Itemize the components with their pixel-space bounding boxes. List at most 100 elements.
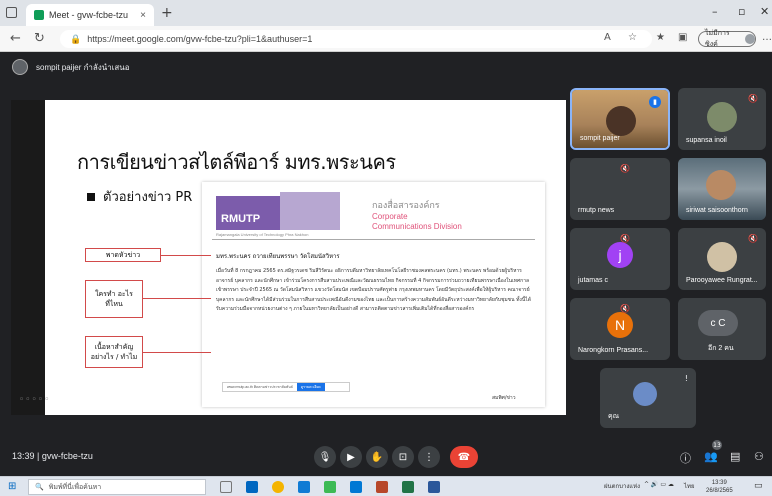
line-app-icon[interactable] [324,481,336,493]
others-initials: c C [698,310,738,336]
doc-link-button: ดูรายละเอียด [296,383,325,391]
org-name-th: กองสื่อสารองค์กร [372,201,440,211]
language-indicator[interactable]: ไทย [684,481,695,491]
participant-tile-narongkorn[interactable]: 🔇 N Narongkorn Prasans... [570,298,670,360]
refresh-icon[interactable]: ↻ [34,31,45,46]
doc-body: เมื่อวันที่ 8 กรกฎาคม 2565 ดร.สมิฐวรเดช … [216,268,531,312]
profile-button[interactable]: ไม่มีการซิงค์ [698,30,756,48]
callout-line [143,298,211,299]
tab-actions-icon[interactable] [6,7,17,18]
participant-tile-jutamas[interactable]: 🔇 j jutamas c [570,228,670,290]
participant-name: siriwat saisoonthorn [686,207,748,214]
favorite-star-icon[interactable]: ☆ [628,32,637,43]
maximize-icon[interactable]: ▫ [738,5,745,18]
taskbar-clock[interactable]: 13:39 26/8/2565 [706,479,733,495]
org-name-en-1: Corporate [372,212,408,221]
participant-tile-supansa[interactable]: 🔇 supansa inoil [678,88,766,150]
logo-stripe [280,192,340,230]
leave-call-button[interactable]: ☎ [450,446,478,468]
clock-date: 26/8/2565 [706,488,733,494]
search-placeholder: พิมพ์ที่นี่เพื่อค้นหา [48,482,102,491]
menu-dots-icon[interactable]: … [762,32,772,43]
excel-app-icon[interactable] [402,481,414,493]
weather-text[interactable]: ฝนตกบางแห่ง [604,481,640,491]
people-icon[interactable]: 👥 [704,450,718,463]
callout-content: เนื้อหาสำคัญ อย่างไร / ทำไม [85,336,143,368]
chrome-app-icon[interactable] [272,481,284,493]
mic-off-icon: 🔇 [620,164,630,173]
meeting-time: 13:39 [12,451,35,461]
slide-title: การเขียนข่าวสไตล์พีอาร์ มทร.พระนคร [77,150,396,174]
participant-tile-others[interactable]: c C อีก 2 คน [678,298,766,360]
participant-tile-self[interactable]: ! คุณ [600,368,696,428]
windows-start-icon[interactable]: ⊞ [8,482,18,492]
mic-off-icon: 🔇 [748,94,758,103]
participant-avatar [707,242,737,272]
participant-name: Parooyawee Rungrat... [686,277,758,284]
favorites-icon[interactable]: ★ [656,32,665,43]
collections-icon[interactable]: ▣ [678,32,687,43]
notification-icon[interactable]: ▭ [754,481,763,491]
participants-count-badge: 13 [712,440,722,450]
callout-headline: พาดหัวข่าว [85,248,161,262]
back-icon[interactable]: ← [10,31,21,46]
presenter-avatar [12,59,28,75]
profile-avatar [745,34,755,44]
participant-face [706,170,736,200]
lock-icon[interactable]: 🔒 [70,34,81,45]
search-icon: 🔍 [35,483,44,491]
address-bar[interactable]: 🔒 https://meet.google.com/gvw-fcbe-tzu?p… [60,30,652,48]
info-icon[interactable]: ⓘ [680,450,691,466]
present-button[interactable]: ⊡ [392,446,414,468]
participant-initial: j [607,242,633,268]
speaking-indicator-icon: ▮ [649,96,661,108]
participant-name: sompit paijer [580,135,620,142]
participant-name: supansa inoil [686,137,727,144]
edge-app-icon[interactable] [246,481,258,493]
meet-favicon-icon [34,10,44,20]
news-document: RMUTP กองสื่อสารองค์กร Corporate Communi… [202,182,545,407]
new-tab-button[interactable]: + [161,5,173,21]
doc-link-text: www.rmutp.ac.th ติดตามข่าวประชาสัมพันธ์ [227,385,293,389]
slide-bullet: ตัวอย่างข่าว PR [87,186,192,207]
participant-name: jutamas c [578,277,608,284]
meeting-controls: 13:39 | gvw-fcbe-tzu 🎙 ▶ ✋ ⊡ ⋮ ☎ ⓘ 👥 13 … [0,440,772,476]
tray-icons[interactable]: ^ 🔊 ▭ ☁ [644,481,674,488]
task-view-icon[interactable] [220,481,232,493]
doc-divider [212,239,535,240]
read-aloud-icon[interactable]: A [604,32,611,43]
participant-name: อีก 2 คน [708,345,734,352]
org-name-en: Corporate Communications Division [372,212,462,232]
mail-app-icon[interactable] [298,481,310,493]
meeting-code: gvw-fcbe-tzu [41,451,93,461]
more-options-button[interactable]: ⋮ [418,446,440,468]
participant-face [606,106,636,136]
slide-nav-icons: ◦◦◦◦◦ [19,395,51,405]
tab-meet[interactable]: Meet - gvw-fcbe-tzu × [26,4,154,26]
chat-icon[interactable]: ▤ [730,450,740,463]
store-app-icon[interactable] [350,481,362,493]
camera-button[interactable]: ▶ [340,446,362,468]
participant-avatar [633,382,657,406]
powerpoint-app-icon[interactable] [376,481,388,493]
microphone-button[interactable]: 🎙 [314,446,336,468]
activities-icon[interactable]: ⚇ [754,450,764,463]
participant-tile-rmutp-news[interactable]: 🔇 rmutp news [570,158,670,220]
participant-tile-siriwat[interactable]: siriwat saisoonthorn [678,158,766,220]
taskbar-search[interactable]: 🔍 พิมพ์ที่นี่เพื่อค้นหา [28,479,206,495]
meeting-info: 13:39 | gvw-fcbe-tzu [12,451,93,461]
tab-title: Meet - gvw-fcbe-tzu [49,10,129,20]
participant-name: rmutp news [578,207,615,214]
word-app-icon[interactable] [428,481,440,493]
profile-label: ไม่มีการซิงค์ [705,30,730,48]
close-window-icon[interactable]: ✕ [760,5,769,18]
org-name-en-2: Communications Division [372,222,462,231]
participant-tile-sompit[interactable]: ▮ sompit paijer [570,88,670,150]
alert-icon: ! [684,374,688,383]
shared-screen: ◦◦◦◦◦ การเขียนข่าวสไตล์พีอาร์ มทร.พระนคร… [11,100,566,415]
minimize-icon[interactable]: – [712,5,718,18]
presentation-banner: sompit paijer กำลังนำเสนอ [0,52,772,82]
raise-hand-button[interactable]: ✋ [366,446,388,468]
tab-close-icon[interactable]: × [140,10,146,21]
participant-tile-parooyawee[interactable]: 🔇 Parooyawee Rungrat... [678,228,766,290]
